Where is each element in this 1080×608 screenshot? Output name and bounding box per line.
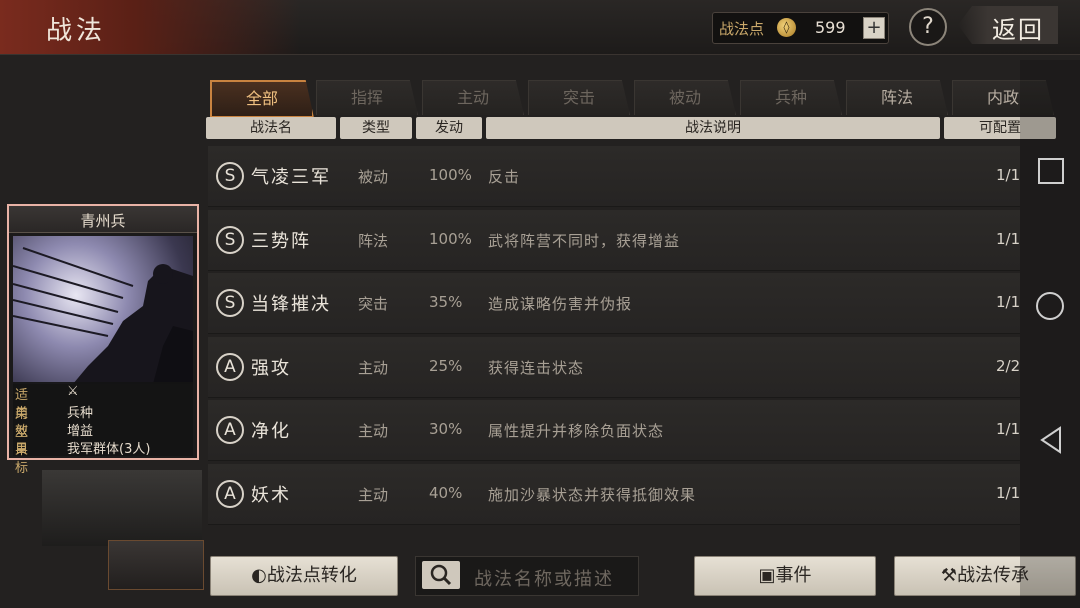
tactic-count: 2/2 — [996, 357, 1020, 375]
tactic-desc: 施加沙暴状态并获得抵御效果 — [488, 486, 697, 504]
tactic-rate: 100% — [429, 230, 472, 248]
category-tabs: 全部 指挥 主动 突击 被动 兵种 阵法 内政 — [210, 80, 1054, 118]
top-bar: 战法 战法点 ◊ 599 + ? 返回 — [0, 0, 1080, 55]
grade-badge: S — [216, 226, 244, 254]
col-header-rate[interactable]: 发动 — [416, 117, 482, 139]
grade-badge: A — [216, 353, 244, 381]
tactic-points-display: 战法点 ◊ 599 + — [712, 12, 889, 44]
page-title: 战法 — [46, 16, 107, 46]
inherit-label: 战法传承 — [957, 565, 1030, 586]
hammer-icon: ⚒ — [940, 565, 958, 586]
tab-command[interactable]: 指挥 — [316, 80, 418, 115]
tactic-name: 气凌三军 — [251, 167, 331, 188]
help-button[interactable]: ? — [909, 8, 947, 46]
tactic-rate: 40% — [429, 484, 463, 502]
convert-label: 战法点转化 — [266, 565, 357, 586]
tactic-name: 净化 — [251, 421, 291, 442]
tactic-rate: 100% — [429, 166, 472, 184]
tactic-card-stack-second — [108, 540, 204, 590]
title-plate: 战法 — [0, 0, 300, 54]
points-label: 战法点 — [719, 20, 765, 38]
col-header-desc: 战法说明 — [486, 117, 940, 139]
tactic-point-coin-icon: ◊ — [777, 18, 796, 37]
tab-all[interactable]: 全部 — [210, 80, 314, 118]
recent-apps-icon[interactable] — [1038, 158, 1064, 184]
tactic-card-stack — [42, 470, 202, 546]
tactic-count: 1/1 — [996, 420, 1020, 438]
event-icon: ▣ — [758, 565, 776, 586]
tab-troop[interactable]: 兵种 — [740, 80, 842, 115]
system-nav-bar — [1020, 60, 1080, 608]
sword-icon: ⚔ — [67, 384, 79, 399]
tactic-count: 1/1 — [996, 230, 1020, 248]
type-value: 兵种 — [67, 406, 94, 421]
grade-badge: S — [216, 289, 244, 317]
tactic-rate: 25% — [429, 357, 463, 375]
home-icon[interactable] — [1036, 292, 1064, 320]
tactic-type: 突击 — [358, 295, 389, 313]
grade-badge: S — [216, 162, 244, 190]
add-points-button[interactable]: + — [863, 17, 885, 39]
tab-assault[interactable]: 突击 — [528, 80, 630, 115]
back-button[interactable]: 返回 — [958, 6, 1058, 44]
tactic-row[interactable]: S 当锋摧决 突击 35% 造成谋略伤害并伪报 1/1 — [208, 273, 1020, 334]
tactic-row[interactable]: A 强攻 主动 25% 获得连击状态 2/2 — [208, 337, 1020, 398]
tactic-list: S 气凌三军 被动 100% 反击 1/1 S 三势阵 阵法 100% 武将阵营… — [208, 146, 1020, 526]
grade-badge: A — [216, 416, 244, 444]
back-label: 返回 — [992, 16, 1044, 44]
tactic-desc: 属性提升并移除负面状态 — [488, 422, 665, 440]
target-label: 目标 — [15, 442, 29, 476]
event-button[interactable]: ▣事件 — [694, 556, 876, 596]
search-button[interactable] — [422, 561, 460, 589]
tactic-name: 三势阵 — [251, 231, 311, 252]
card-artwork — [13, 236, 193, 384]
tactic-count: 1/1 — [996, 166, 1020, 184]
tactic-count: 1/1 — [996, 293, 1020, 311]
col-header-name[interactable]: 战法名 — [206, 117, 336, 139]
back-triangle-icon[interactable] — [1038, 426, 1064, 454]
drop-icon: ◐ — [251, 565, 267, 586]
search-icon — [430, 564, 452, 586]
soldier-silhouette-art — [13, 247, 193, 384]
tactic-desc: 获得连击状态 — [488, 359, 585, 377]
tactic-name: 当锋摧决 — [251, 294, 331, 315]
tactic-rate: 30% — [429, 420, 463, 438]
tactic-row[interactable]: S 三势阵 阵法 100% 武将阵营不同时，获得增益 1/1 — [208, 210, 1020, 271]
card-title-bar: 青州兵 — [9, 206, 197, 233]
tactic-desc: 反击 — [488, 168, 521, 186]
tab-active[interactable]: 主动 — [422, 80, 524, 115]
col-header-type[interactable]: 类型 — [340, 117, 412, 139]
tactic-name: 妖术 — [251, 485, 291, 506]
card-info-panel: 适用 ⚔ 类型 兵种 效果 增益 目标 我军群体(3人) — [13, 382, 193, 476]
selected-tactic-card[interactable]: 青州兵 适用 ⚔ 类型 兵种 效果 增益 目标 我军群体(3人) — [7, 204, 199, 476]
tactic-name: 强攻 — [251, 358, 291, 379]
tactic-desc: 造成谋略伤害并伪报 — [488, 295, 633, 313]
tab-passive[interactable]: 被动 — [634, 80, 736, 115]
tactic-type: 主动 — [358, 359, 389, 377]
tactic-desc: 武将阵营不同时，获得增益 — [488, 232, 681, 250]
points-value: 599 — [815, 18, 846, 37]
event-label: 事件 — [775, 565, 812, 586]
card-title: 青州兵 — [80, 212, 126, 230]
effect-value: 增益 — [67, 424, 94, 439]
convert-points-button[interactable]: ◐战法点转化 — [210, 556, 398, 596]
search-input[interactable]: 战法名称或描述 — [415, 556, 639, 596]
target-value: 我军群体(3人) — [67, 442, 151, 457]
tactic-row[interactable]: S 气凌三军 被动 100% 反击 1/1 — [208, 146, 1020, 207]
tactic-type: 主动 — [358, 486, 389, 504]
search-placeholder: 战法名称或描述 — [474, 569, 614, 590]
tactic-type: 阵法 — [358, 232, 389, 250]
tactic-row[interactable]: A 妖术 主动 40% 施加沙暴状态并获得抵御效果 1/1 — [208, 464, 1020, 525]
tactic-row[interactable]: A 净化 主动 30% 属性提升并移除负面状态 1/1 — [208, 400, 1020, 461]
tactic-rate: 35% — [429, 293, 463, 311]
tactic-type: 被动 — [358, 168, 389, 186]
tactic-count: 1/1 — [996, 484, 1020, 502]
tactic-type: 主动 — [358, 422, 389, 440]
tab-formation[interactable]: 阵法 — [846, 80, 948, 115]
grade-badge: A — [216, 480, 244, 508]
